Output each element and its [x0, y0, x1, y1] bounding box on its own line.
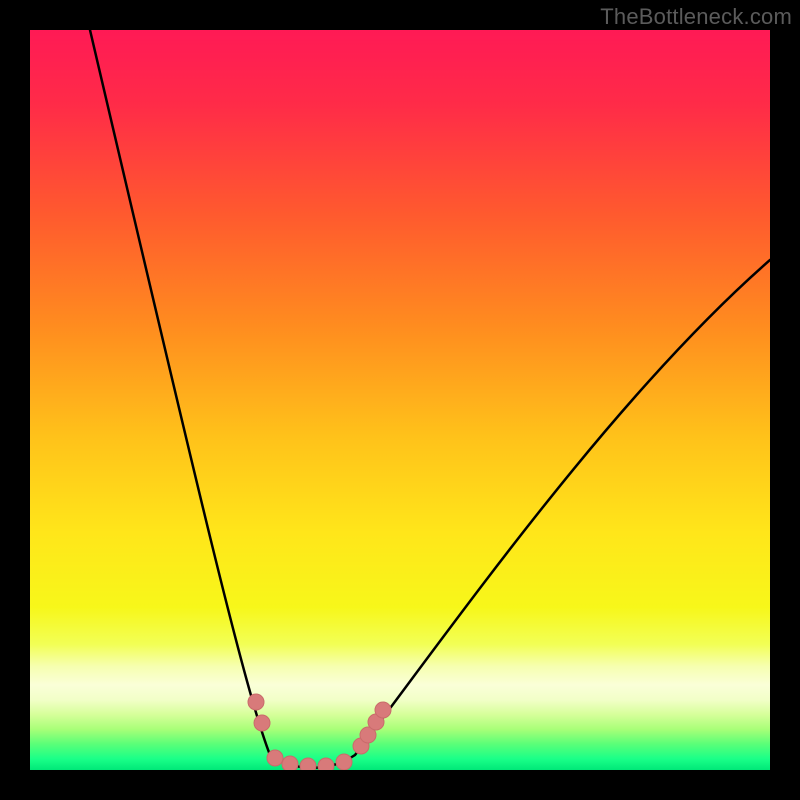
- watermark-text: TheBottleneck.com: [600, 4, 792, 30]
- chart-frame: [30, 30, 770, 770]
- bottleneck-curve: [30, 30, 770, 770]
